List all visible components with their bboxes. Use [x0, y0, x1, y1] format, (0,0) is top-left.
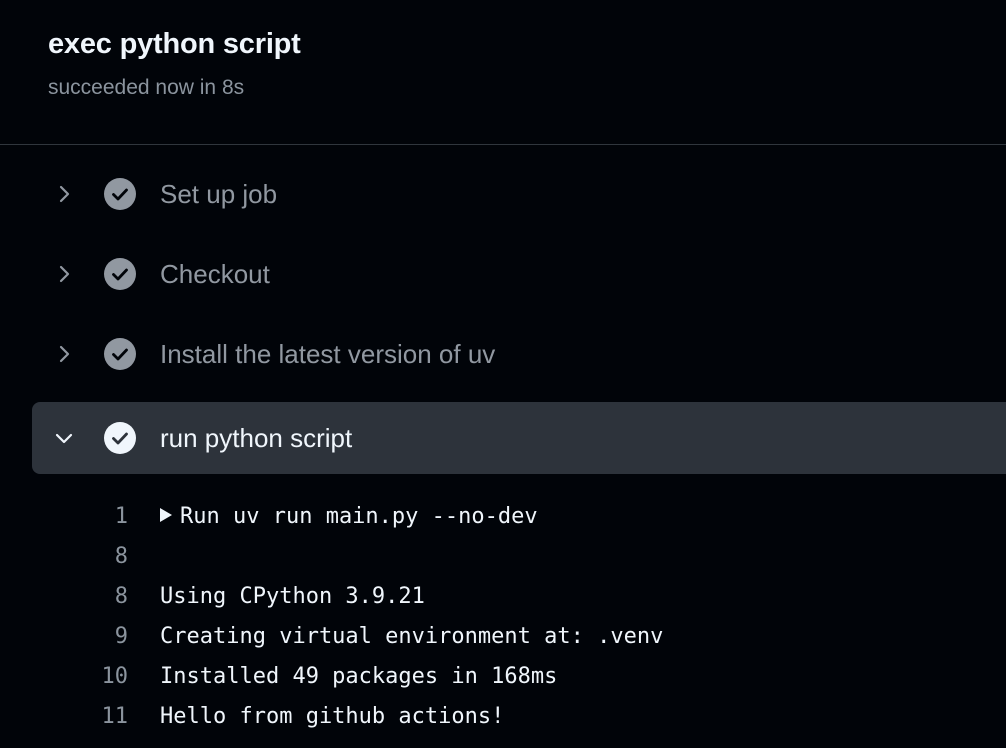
line-number[interactable]: 8: [70, 584, 128, 609]
line-number[interactable]: 1: [70, 504, 128, 529]
step-label: Install the latest version of uv: [160, 339, 496, 369]
log-line: 8 Using CPython 3.9.21: [0, 578, 1006, 618]
line-number[interactable]: 9: [70, 624, 128, 649]
line-number[interactable]: 10: [70, 664, 129, 689]
log-text: Using CPython 3.9.21: [160, 584, 425, 609]
log-text: Installed 49 packages in 168ms: [160, 664, 558, 689]
step-checkout[interactable]: Checkout: [32, 238, 1006, 310]
log-text: Creating virtual environment at: .venv: [160, 624, 664, 649]
chevron-down-icon: [55, 433, 73, 444]
check-circle-icon: [104, 422, 136, 454]
chevron-right-icon: [59, 345, 70, 363]
check-circle-icon: [104, 338, 136, 370]
log-text: Hello from github actions!: [160, 704, 505, 729]
step-set-up-job[interactable]: Set up job: [32, 158, 1006, 230]
line-number[interactable]: 8: [70, 544, 128, 569]
job-status: succeeded now in 8s: [48, 76, 245, 99]
log-line-group[interactable]: 1 Run uv run main.py --no-dev: [0, 498, 1006, 538]
log-text-content: Run uv run main.py --no-dev: [180, 504, 538, 529]
log-line: 9 Creating virtual environment at: .venv: [0, 618, 1006, 658]
step-label: run python script: [160, 423, 353, 453]
chevron-right-icon: [59, 185, 70, 203]
log-line: 11 Hello from github actions!: [0, 698, 1006, 738]
step-label: Checkout: [160, 259, 270, 289]
check-circle-icon: [104, 178, 136, 210]
job-title: exec python script: [48, 28, 301, 60]
check-circle-icon: [104, 258, 136, 290]
log-text: Run uv run main.py --no-dev: [160, 504, 538, 529]
log-line: 8: [0, 538, 1006, 578]
line-number[interactable]: 11: [70, 704, 129, 729]
log-line: 10 Installed 49 packages in 168ms: [0, 658, 1006, 698]
step-install-uv[interactable]: Install the latest version of uv: [32, 318, 1006, 390]
disclosure-triangle-icon[interactable]: [160, 508, 172, 522]
chevron-right-icon: [59, 265, 70, 283]
step-run-python-script[interactable]: run python script: [32, 402, 1006, 474]
job-header: exec python script succeeded now in 8s: [0, 0, 1006, 145]
step-label: Set up job: [160, 179, 278, 209]
